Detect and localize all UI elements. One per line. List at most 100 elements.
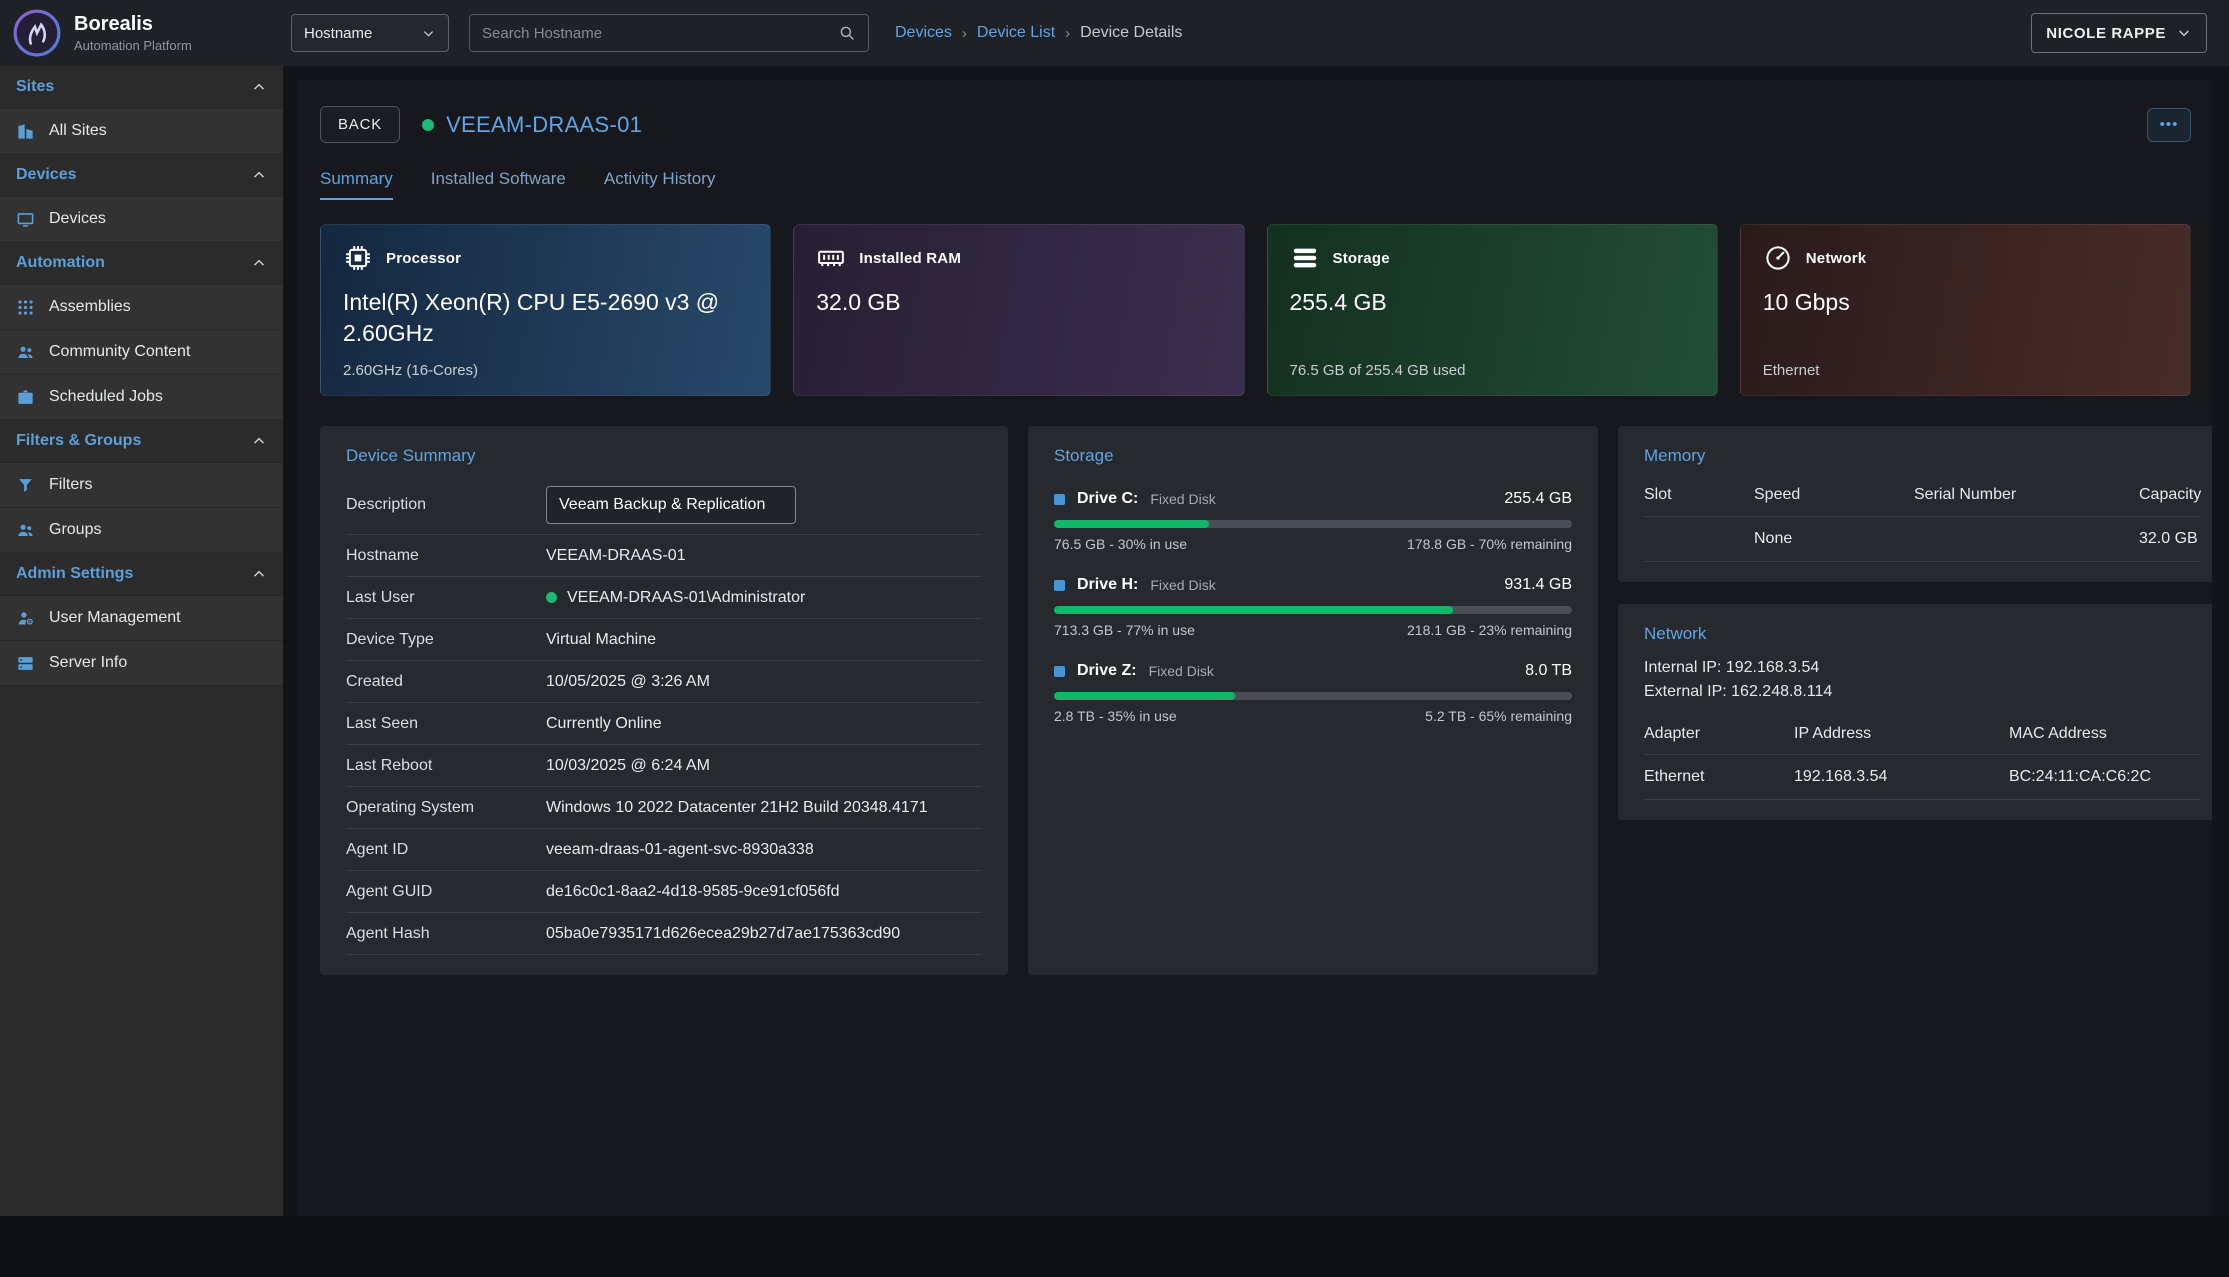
network-panel: Network Internal IP: 192.168.3.54 Extern… <box>1618 604 2212 820</box>
sidebar-item-assemblies[interactable]: Assemblies <box>0 285 283 330</box>
row-value: 05ba0e7935171d626ecea29b27d7ae175363cd90 <box>546 925 900 943</box>
section-label: Filters & Groups <box>16 432 141 450</box>
external-ip: External IP: 162.248.8.114 <box>1644 680 2201 704</box>
section-label: Automation <box>16 254 105 272</box>
sidebar: Sites All Sites Devices Devices Automati… <box>0 66 283 1216</box>
section-label: Devices <box>16 166 77 184</box>
drive-icon <box>1054 494 1065 505</box>
people-icon <box>16 343 35 362</box>
sidebar-item-label: Assemblies <box>49 298 131 316</box>
table-row: Agent Hash 05ba0e7935171d626ecea29b27d7a… <box>346 913 982 955</box>
breadcrumb-device-list[interactable]: Device List <box>977 24 1055 42</box>
sidebar-item-user-management[interactable]: User Management <box>0 596 283 641</box>
column-header: MAC Address <box>2009 712 2201 754</box>
borealis-logo <box>12 8 62 58</box>
sidebar-item-community-content[interactable]: Community Content <box>0 330 283 375</box>
sidebar-section-filters-groups[interactable]: Filters & Groups <box>0 420 283 463</box>
table-row: Hostname VEEAM-DRAAS-01 <box>346 535 982 577</box>
drive-remaining-text: 218.1 GB - 23% remaining <box>1407 622 1572 638</box>
sidebar-section-sites[interactable]: Sites <box>0 66 283 109</box>
drive-usage-fill <box>1054 606 1453 614</box>
more-actions-button[interactable]: ••• <box>2147 108 2191 142</box>
brand: Borealis Automation Platform <box>0 8 283 58</box>
page-title: VEEAM-DRAAS-01 <box>446 112 642 138</box>
chevron-up-icon <box>251 79 267 95</box>
tab-installed-software[interactable]: Installed Software <box>431 169 566 200</box>
table-row: Description <box>346 476 982 535</box>
sidebar-item-devices[interactable]: Devices <box>0 197 283 242</box>
chevron-up-icon <box>251 566 267 582</box>
row-label: Device Type <box>346 631 546 649</box>
row-label: Hostname <box>346 547 546 565</box>
device-summary-card: Device Summary Description Hostname VEEA… <box>320 426 1008 975</box>
sidebar-section-admin-settings[interactable]: Admin Settings <box>0 553 283 596</box>
stat-footer: 2.60GHz (16-Cores) <box>343 362 478 379</box>
description-input[interactable] <box>546 486 796 524</box>
row-label: Agent GUID <box>346 883 546 901</box>
stat-cards-row: Processor Intel(R) Xeon(R) CPU E5-2690 v… <box>320 224 2191 396</box>
table-row: Operating System Windows 10 2022 Datacen… <box>346 787 982 829</box>
section-label: Sites <box>16 78 54 96</box>
column-header: Adapter <box>1644 712 1794 754</box>
hostname-filter-select[interactable]: Hostname <box>291 14 449 52</box>
row-label: Agent ID <box>346 841 546 859</box>
sidebar-item-label: Community Content <box>49 343 190 361</box>
server-icon <box>16 654 35 673</box>
drive-type: Fixed Disk <box>1150 577 1215 593</box>
drive-usage-bar <box>1054 692 1572 700</box>
table-cell: 32.0 GB <box>2139 516 2201 562</box>
column-header: Capacity <box>2139 472 2201 516</box>
gauge-icon <box>1763 243 1793 273</box>
stat-title: Network <box>1806 250 1867 267</box>
storage-disks-icon <box>1290 243 1320 273</box>
sidebar-item-scheduled-jobs[interactable]: Scheduled Jobs <box>0 375 283 420</box>
sidebar-section-devices[interactable]: Devices <box>0 154 283 197</box>
table-row: Created 10/05/2025 @ 3:26 AM <box>346 661 982 703</box>
stat-value: Intel(R) Xeon(R) CPU E5-2690 v3 @ 2.60GH… <box>343 287 748 349</box>
table-row: Device Type Virtual Machine <box>346 619 982 661</box>
row-label: Description <box>346 496 546 514</box>
storage-panel: Storage Drive C: Fixed Disk 255.4 GB 76.… <box>1028 426 1598 975</box>
stat-title: Storage <box>1333 250 1390 267</box>
sidebar-item-filters[interactable]: Filters <box>0 463 283 508</box>
row-label: Created <box>346 673 546 691</box>
breadcrumb-devices[interactable]: Devices <box>895 24 952 42</box>
sidebar-item-label: Filters <box>49 476 93 494</box>
row-label: Last Seen <box>346 715 546 733</box>
user-name: NICOLE RAPPE <box>2046 25 2166 42</box>
drive-remaining-text: 178.8 GB - 70% remaining <box>1407 536 1572 552</box>
table-row: Last User VEEAM-DRAAS-01\Administrator <box>346 577 982 619</box>
breadcrumb-device-details: Device Details <box>1080 24 1182 42</box>
sidebar-item-server-info[interactable]: Server Info <box>0 641 283 686</box>
sidebar-item-groups[interactable]: Groups <box>0 508 283 553</box>
brand-text: Borealis Automation Platform <box>74 13 192 53</box>
search-icon[interactable] <box>838 24 856 42</box>
table-row: Agent ID veeam-draas-01-agent-svc-8930a3… <box>346 829 982 871</box>
table-row: Agent GUID de16c0c1-8aa2-4d18-9585-9ce91… <box>346 871 982 913</box>
row-value: Virtual Machine <box>546 631 656 649</box>
stat-footer: Ethernet <box>1763 362 1820 379</box>
network-panel-title: Network <box>1644 624 2201 644</box>
search-input[interactable] <box>482 25 838 42</box>
sidebar-section-automation[interactable]: Automation <box>0 242 283 285</box>
installed-ram-card: Installed RAM 32.0 GB <box>793 224 1244 396</box>
drive-usage-bar <box>1054 606 1572 614</box>
user-menu-button[interactable]: NICOLE RAPPE <box>2031 13 2207 53</box>
filter-icon <box>16 476 35 495</box>
stat-value: 255.4 GB <box>1290 287 1695 318</box>
back-button[interactable]: BACK <box>320 106 400 143</box>
chevron-up-icon <box>251 433 267 449</box>
table-cell <box>1644 516 1754 562</box>
drive-type: Fixed Disk <box>1149 663 1214 679</box>
sidebar-item-label: Devices <box>49 210 106 228</box>
column-header: Serial Number <box>1914 472 2139 516</box>
sidebar-item-all-sites[interactable]: All Sites <box>0 109 283 154</box>
device-details-panel: BACK VEEAM-DRAAS-01 ••• Summary Installe… <box>299 80 2212 1216</box>
tab-activity-history[interactable]: Activity History <box>604 169 715 200</box>
row-label: Last User <box>346 589 546 607</box>
drive-type: Fixed Disk <box>1150 491 1215 507</box>
user-online-dot <box>546 592 557 603</box>
hostname-filter-value: Hostname <box>304 25 372 42</box>
tab-summary[interactable]: Summary <box>320 169 393 200</box>
stat-value: 32.0 GB <box>816 287 1221 318</box>
